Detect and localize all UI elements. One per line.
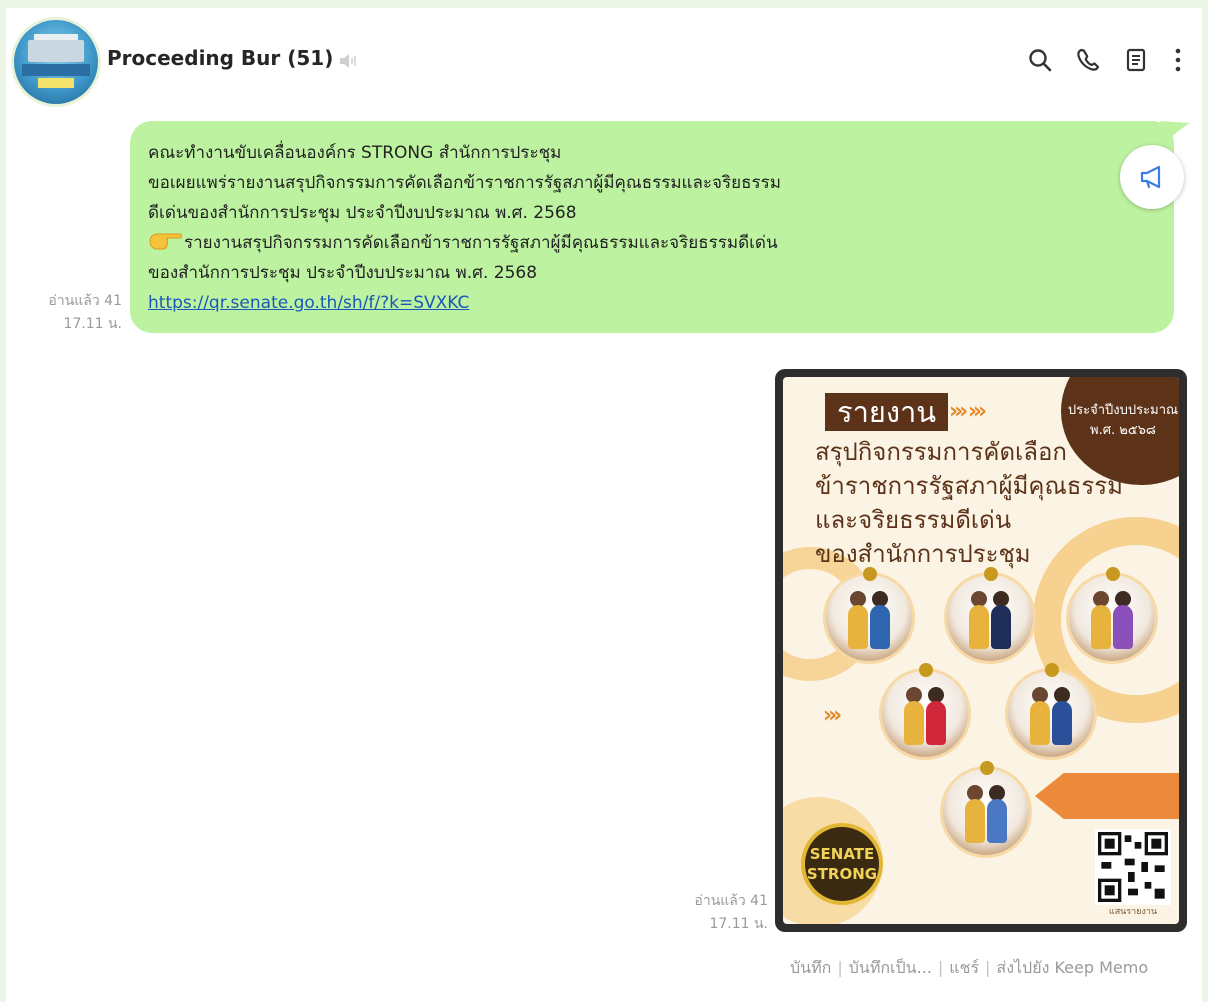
award-photo: [882, 663, 968, 757]
message-line: ดีเด่นของสำนักการประชุม ประจำปีงบประมาณ …: [148, 203, 577, 223]
pointing-hand-icon: [149, 233, 182, 250]
poster-image: ประจำปีงบประมาณ พ.ศ. ๒๕๖๘ รายงาน ››› ›››…: [783, 377, 1179, 924]
senate-strong-badge: SENATE STRONG: [805, 827, 879, 901]
message-line: รายงานสรุปกิจกรรมการคัดเลือกข้าราชการรัฐ…: [184, 233, 778, 253]
award-photo: [1069, 567, 1155, 661]
megaphone-icon: [1140, 165, 1161, 189]
search-icon[interactable]: [1026, 46, 1054, 74]
share-link[interactable]: แชร์: [949, 958, 979, 977]
save-link[interactable]: บันทึก: [790, 958, 831, 977]
poster-orange-tab: [1035, 773, 1179, 819]
award-photo: [947, 567, 1033, 661]
message-time: 17.11 น.: [63, 316, 122, 332]
read-status: อ่านแล้ว 41: [694, 893, 768, 909]
announce-button[interactable]: [1120, 145, 1184, 209]
badge-line: SENATE: [809, 845, 875, 863]
more-vertical-icon[interactable]: [1164, 46, 1192, 74]
group-name[interactable]: Proceeding Bur (51): [107, 46, 333, 70]
message-meta: อ่านแล้ว 41 17.11 น.: [22, 290, 122, 336]
save-as-link[interactable]: บันทึกเป็น...: [849, 958, 932, 977]
poster-headline: สรุปกิจกรรมการคัดเลือก ข้าราชการรัฐสภาผู…: [815, 435, 1123, 571]
phone-icon[interactable]: [1074, 46, 1102, 74]
avatar-tag: [38, 78, 74, 88]
poster-headline-line: ข้าราชการรัฐสภาผู้มีคุณธรรม: [815, 472, 1123, 500]
message-time: 17.11 น.: [709, 916, 768, 932]
separator: |: [937, 958, 944, 977]
send-to-keep-link[interactable]: ส่งไปยัง Keep Memo: [996, 958, 1148, 977]
separator: |: [985, 958, 991, 977]
message-link[interactable]: https://qr.senate.go.th/sh/f/?k=SVXKC: [148, 293, 469, 313]
bubble-tail: [1160, 121, 1190, 141]
poster-headline-line: และจริยธรรมดีเด่น: [815, 506, 1012, 534]
read-status: อ่านแล้ว 41: [48, 293, 122, 309]
badge-line: STRONG: [806, 865, 878, 883]
image-meta: อ่านแล้ว 41 17.11 น.: [660, 890, 768, 936]
avatar-building: [28, 40, 84, 62]
separator: |: [837, 958, 843, 977]
image-actions: บันทึก | บันทึกเป็น... | แชร์ | ส่งไปยัง Keep …: [790, 956, 1148, 981]
poster-year-line: ประจำปีงบประมาณ: [1067, 403, 1179, 418]
poster-arrows-small: ›››: [823, 703, 842, 728]
avatar-banner: [22, 64, 90, 76]
message-line-with-emoji: รายงานสรุปกิจกรรมการคัดเลือกข้าราชการรัฐ…: [148, 228, 781, 258]
poster-headline-line: ของสำนักการประชุม: [815, 540, 1031, 568]
qr-caption: แสนรายงาน: [1108, 907, 1158, 917]
message-line: ขอเผยแพร่รายงานสรุปกิจกรรมการคัดเลือกข้า…: [148, 173, 781, 193]
message-text: คณะทำงานขับเคลื่อนองค์กร STRONG สำนักการ…: [148, 138, 781, 318]
message-line: ของสำนักการประชุม ประจำปีงบประมาณ พ.ศ. 2…: [148, 263, 538, 283]
notes-icon[interactable]: [1122, 46, 1150, 74]
award-photo: [943, 761, 1029, 855]
award-photo: [826, 567, 912, 661]
mute-icon: [340, 54, 356, 68]
poster-headline-line: สรุปกิจกรรมการคัดเลือก: [815, 438, 1067, 466]
poster-title: รายงาน: [825, 393, 949, 431]
message-line: คณะทำงานขับเคลื่อนองค์กร STRONG สำนักการ…: [148, 143, 562, 163]
poster-arrows: ››› ›››: [949, 399, 987, 424]
qr-code: [1095, 829, 1171, 905]
group-avatar[interactable]: [14, 20, 98, 104]
award-photo: [1008, 663, 1094, 757]
image-message[interactable]: ประจำปีงบประมาณ พ.ศ. ๒๕๖๘ รายงาน ››› ›››…: [775, 369, 1187, 932]
